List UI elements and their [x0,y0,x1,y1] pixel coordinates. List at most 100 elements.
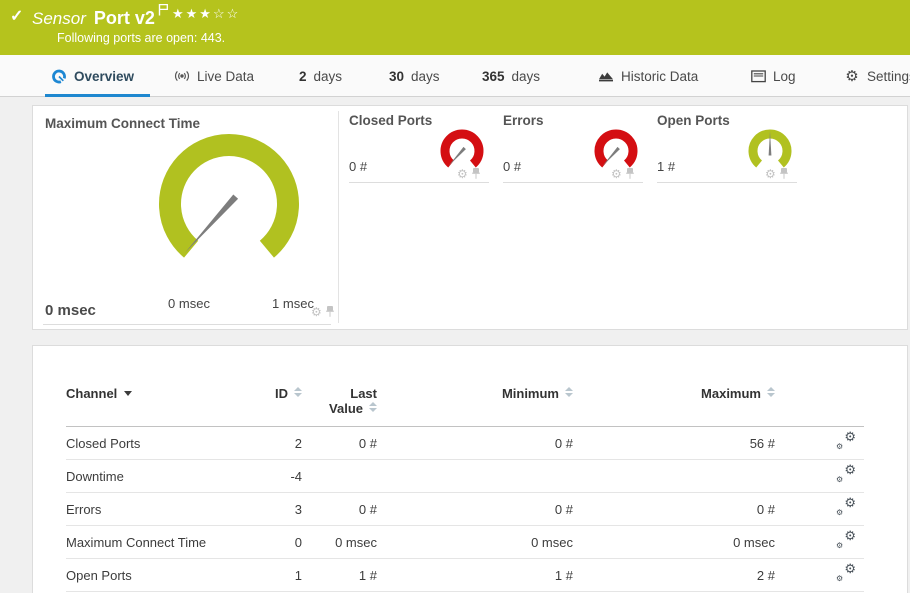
divider [338,111,339,323]
tab-historic-data[interactable]: Historic Data [592,55,704,97]
main-gauge-value: 0 msec [45,302,96,319]
column-header-last-value[interactable]: Last Value [302,380,377,427]
channel-maximum [573,459,775,493]
column-header-minimum[interactable]: Minimum [377,380,573,427]
pin-icon[interactable] [779,167,789,180]
tab-label: days [511,68,541,84]
channel-settings-icon[interactable]: ⚙ ⚙ [836,430,856,451]
divider [43,324,331,325]
channel-id: 3 [221,492,302,526]
mini-gauge-title: Closed Ports [349,113,433,128]
tab-overview[interactable]: Overview [45,55,150,97]
channel-maximum: 0 # [573,492,775,526]
tab-label: Settings [867,68,910,84]
mini-gauge-actions[interactable]: ⚙ [611,167,635,180]
main-gauge-scale-min: 0 msec [168,296,210,311]
column-header-actions [775,380,864,427]
channel-maximum: 56 # [573,426,775,460]
channel-id: 1 [221,558,302,592]
historic-chart-icon [598,68,614,84]
channel-id: 2 [221,426,302,460]
channel-id: 0 [221,525,302,559]
channel-settings-icon[interactable]: ⚙ ⚙ [836,529,856,550]
tab-bar: Overview Live Data 2 days 30 days 365 days … [0,55,910,97]
tab-label: days [313,68,343,84]
channel-id: -4 [221,459,302,493]
channel-name[interactable]: Open Ports [66,558,221,592]
priority-stars[interactable]: ★★★☆☆ [172,6,240,22]
pin-icon[interactable] [625,167,635,180]
mini-gauge-actions[interactable]: ⚙ [765,167,789,180]
channel-settings-icon[interactable]: ⚙ ⚙ [836,562,856,583]
mini-gauge-value: 0 # [503,159,522,174]
table-row: Downtime -4 ⚙ ⚙ [66,459,864,493]
channel-name[interactable]: Maximum Connect Time [66,525,221,559]
gear-icon[interactable]: ⚙ [611,168,622,180]
gear-icon[interactable]: ⚙ [765,168,776,180]
log-list-icon [750,68,766,84]
flag-icon [158,3,169,21]
channel-last-value [302,459,377,493]
mini-gauge-errors: Errors 0 # ⚙ [503,106,643,188]
pin-icon[interactable] [325,305,335,318]
tab-live-data[interactable]: Live Data [168,55,260,97]
channel-minimum: 1 # [377,558,573,592]
sensor-status-banner: ✓ Sensor Port v2 ★★★☆☆ Following ports ar… [0,0,910,55]
main-gauge-chart [159,133,299,258]
mini-gauge-closed-ports: Closed Ports 0 # ⚙ [349,106,489,188]
channel-name[interactable]: Downtime [66,459,221,493]
sensor-message: Following ports are open: 443. [57,31,226,45]
mini-gauge-actions[interactable]: ⚙ [457,167,481,180]
mini-gauge-title: Open Ports [657,113,730,128]
tab-365-days[interactable]: 365 days [476,55,546,97]
divider [349,182,489,183]
table-row: Errors 3 0 # 0 # 0 # ⚙ ⚙ [66,492,864,526]
sort-icon [369,402,377,412]
sort-icon [294,387,302,397]
tab-label: days [411,68,440,84]
channel-last-value: 0 msec [302,525,377,559]
table-row: Closed Ports 2 0 # 0 # 56 # ⚙ ⚙ [66,426,864,460]
channels-table: Channel ID Last Value Minimum Maximum Clo… [66,380,864,592]
gear-icon[interactable]: ⚙ [457,168,468,180]
prtg-sensor-page: ✓ Sensor Port v2 ★★★☆☆ Following ports ar… [0,0,910,593]
tab-30-days[interactable]: 30 days [383,55,446,97]
tab-label: Historic Data [621,68,699,84]
channel-minimum: 0 # [377,426,573,460]
table-row: Open Ports 1 1 # 1 # 2 # ⚙ ⚙ [66,558,864,592]
status-ok-check-icon: ✓ [10,8,24,25]
mini-gauge-value: 1 # [657,159,676,174]
channel-settings-icon[interactable]: ⚙ ⚙ [836,463,856,484]
tab-log[interactable]: Log [744,55,802,97]
column-header-channel[interactable]: Channel [66,380,221,427]
channel-last-value: 0 # [302,492,377,526]
channel-last-value: 1 # [302,558,377,592]
main-gauge-title: Maximum Connect Time [45,116,201,131]
gear-icon: ⚙ [845,67,859,85]
pin-icon[interactable] [471,167,481,180]
channel-name[interactable]: Errors [66,492,221,526]
channel-minimum: 0 msec [377,525,573,559]
table-header-row: Channel ID Last Value Minimum Maximum [66,380,864,427]
channel-maximum: 0 msec [573,525,775,559]
column-header-maximum[interactable]: Maximum [573,380,775,427]
live-data-icon [174,68,190,84]
gear-icon[interactable]: ⚙ [311,306,322,318]
tab-2-days[interactable]: 2 days [293,55,348,97]
sensor-type-label: Sensor [32,9,86,28]
tab-label: Overview [74,68,135,84]
channel-settings-icon[interactable]: ⚙ ⚙ [836,496,856,517]
chevron-down-icon [124,391,133,396]
gauges-card: Maximum Connect Time 0 msec 1 msec 0 mse… [32,105,908,330]
channels-card: Channel ID Last Value Minimum Maximum Clo… [32,345,908,593]
channel-minimum [377,459,573,493]
channel-last-value: 0 # [302,426,377,460]
channel-name[interactable]: Closed Ports [66,426,221,460]
tab-settings[interactable]: ⚙ Settings [838,55,910,97]
divider [503,182,643,183]
channel-minimum: 0 # [377,492,573,526]
column-header-id[interactable]: ID [221,380,302,427]
mini-gauge-value: 0 # [349,159,368,174]
main-gauge-actions[interactable]: ⚙ [311,305,335,318]
tab-label: Live Data [197,68,255,84]
